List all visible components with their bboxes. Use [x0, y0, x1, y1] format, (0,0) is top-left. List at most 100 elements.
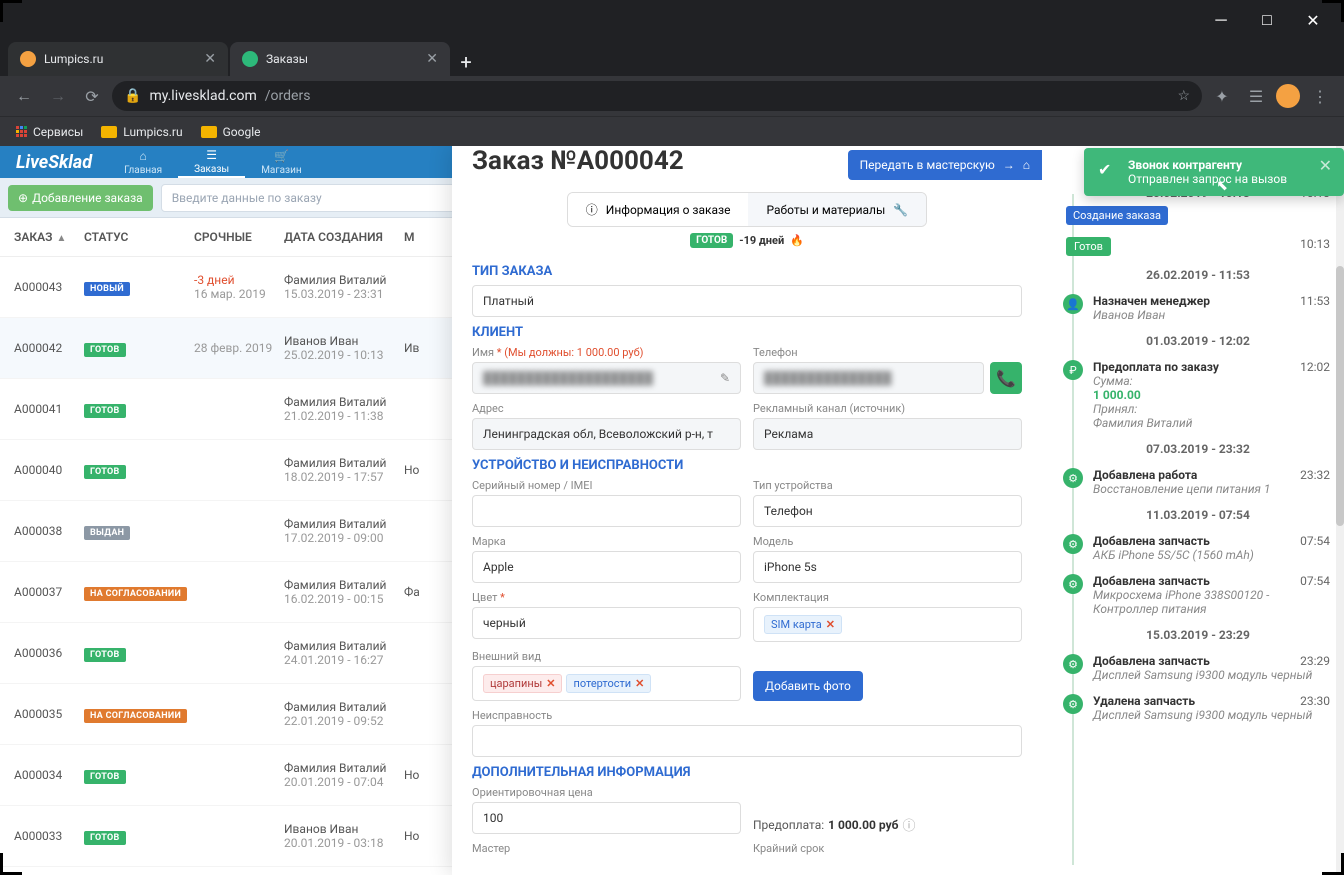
bookmark-item[interactable]: Lumpics.ru — [101, 125, 182, 139]
col-status[interactable]: СТАТУС — [84, 230, 194, 244]
status-badge: ГОТОВ — [84, 648, 126, 662]
extensions-icon[interactable]: ✦ — [1208, 82, 1236, 110]
phone-input[interactable]: ███████████████ — [753, 362, 984, 394]
date-cell: Фамилия Виталий16.02.2019 - 00:15 — [284, 578, 404, 606]
sort-icon: ▲ — [56, 233, 66, 244]
devtype-input[interactable]: Телефон — [753, 495, 1022, 527]
est-input[interactable]: 100 — [472, 802, 741, 834]
order-id: A000042 — [14, 341, 84, 355]
timeline-date: 26.02.2019 - 11:53 — [1066, 268, 1330, 282]
bookmark-apps[interactable]: Сервисы — [16, 125, 83, 139]
status-cell: ГОТОВ — [84, 341, 194, 355]
folder-icon — [101, 126, 117, 138]
status-badge: НА СОГЛАСОВАНИИ — [84, 709, 187, 723]
star-icon[interactable]: ☆ — [1177, 88, 1190, 104]
timeline-item: ⚙Добавлена запчастьАКБ iPhone 5S/5C (156… — [1066, 534, 1330, 562]
kit-input[interactable]: SIM карта✕ — [753, 607, 1022, 642]
serial-input[interactable] — [472, 495, 741, 527]
look-tag[interactable]: потертости✕ — [566, 674, 651, 693]
nav-home[interactable]: ⌂Главная — [108, 146, 178, 178]
status-badge: НА СОГЛАСОВАНИИ — [84, 587, 187, 601]
date-cell: Фамилия Виталий22.01.2019 - 09:52 — [284, 700, 404, 728]
tab-work[interactable]: Работы и материалы🔧 — [748, 193, 926, 226]
scrollbar-thumb[interactable] — [1336, 266, 1344, 526]
look-tag[interactable]: царапины✕ — [483, 674, 562, 693]
timeline-chip: Создание заказа — [1066, 206, 1168, 225]
status-cell: ВЫДАН — [84, 524, 194, 538]
toast-title: Звонок контрагенту — [1128, 158, 1310, 172]
status-cell: ГОТОВ — [84, 829, 194, 843]
info-icon: ⓘ — [586, 201, 598, 218]
app-logo[interactable]: LiveSklad — [0, 152, 108, 173]
timeline-title: Добавлена работа — [1093, 468, 1330, 482]
browser-tab[interactable]: Заказы ✕ — [230, 42, 450, 76]
scrollbar[interactable] — [1336, 146, 1344, 875]
window-close-button[interactable]: ✕ — [1290, 4, 1336, 36]
browser-tabstrip: Lumpics.ru ✕ Заказы ✕ + — [0, 40, 1344, 76]
brand-input[interactable]: Apple — [472, 551, 741, 583]
address-input[interactable]: Ленинградская обл, Всеволожский р-н, т — [472, 418, 741, 450]
profile-avatar[interactable] — [1276, 84, 1300, 108]
new-tab-button[interactable]: + — [452, 48, 480, 76]
timeline-item: ⚙Добавлена запчастьМикросхема iPhone 338… — [1066, 574, 1330, 616]
date-cell: Фамилия Виталий20.01.2019 - 07:04 — [284, 761, 404, 789]
order-id: A000038 — [14, 524, 84, 538]
ad-input[interactable]: Реклама — [753, 418, 1022, 450]
col-urgent[interactable]: СРОЧНЫЕ — [194, 230, 284, 244]
add-order-button[interactable]: ⊕Добавление заказа — [8, 185, 153, 211]
folder-icon — [201, 126, 217, 138]
bookmark-item[interactable]: Google — [201, 125, 261, 139]
col-date[interactable]: ДАТА СОЗДАНИЯ — [284, 230, 404, 244]
status-badge: ГОТОВ — [690, 233, 733, 248]
deadline-label: Крайний срок — [753, 842, 1022, 855]
toast-notification: ✔ Звонок контрагенту Отправлен запрос на… — [1084, 148, 1344, 196]
look-input[interactable]: царапины✕ потертости✕ — [472, 666, 741, 701]
bookmarks-bar: Сервисы Lumpics.ru Google — [0, 116, 1344, 146]
url-host: my.livesklad.com — [149, 88, 256, 104]
col-master[interactable]: М — [404, 230, 434, 244]
kit-tag[interactable]: SIM карта✕ — [764, 615, 842, 634]
tab-info[interactable]: ⓘИнформация о заказе — [568, 193, 749, 226]
address-bar[interactable]: 🔒 my.livesklad.com/orders ☆ — [112, 81, 1202, 111]
reading-list-icon[interactable]: ☰ — [1242, 82, 1270, 110]
transfer-button[interactable]: Передать в мастерскую → ⌂ — [848, 150, 1042, 180]
add-photo-button[interactable]: Добавить фото — [753, 671, 863, 701]
timeline-chip: Готов — [1066, 237, 1111, 256]
status-cell: НОВЫЙ — [84, 280, 194, 294]
address-label: Адрес — [472, 402, 741, 415]
section-extra: ДОПОЛНИТЕЛЬНАЯ ИНФОРМАЦИЯ — [472, 765, 1022, 780]
timeline-dot-icon: ⚙ — [1063, 694, 1083, 714]
menu-icon[interactable]: ⋮ — [1306, 82, 1334, 110]
toast-close-icon[interactable]: ✕ — [1319, 156, 1332, 175]
tab-title: Lumpics.ru — [44, 52, 103, 66]
lock-icon: 🔒 — [124, 88, 141, 104]
timeline-date: 11.03.2019 - 07:54 — [1066, 508, 1330, 522]
status-cell: ГОТОВ — [84, 646, 194, 660]
wrench-icon: 🔧 — [893, 203, 908, 217]
call-button[interactable]: 📞 — [990, 362, 1022, 394]
info-icon[interactable]: ⓘ — [902, 815, 915, 834]
color-input[interactable]: черный — [472, 607, 741, 639]
status-badge: ГОТОВ — [84, 831, 126, 845]
timeline-item: 👤Назначен менеджерИванов Иван11:53 — [1066, 294, 1330, 322]
tab-close-icon[interactable]: ✕ — [204, 51, 216, 67]
order-type-input[interactable]: Платный — [472, 285, 1022, 317]
forward-button[interactable]: → — [44, 82, 72, 110]
browser-tab[interactable]: Lumpics.ru ✕ — [8, 42, 228, 76]
window-maximize-button[interactable]: □ — [1244, 4, 1290, 36]
tab-close-icon[interactable]: ✕ — [426, 51, 438, 67]
date-cell: Фамилия Виталий15.03.2019 - 23:31 — [284, 273, 404, 301]
plus-icon: ⊕ — [18, 191, 28, 205]
timeline-time: 23:30 — [1300, 694, 1330, 708]
col-order[interactable]: ЗАКАЗ▲ — [14, 230, 84, 244]
client-name-input[interactable]: ████████████████████✎ — [472, 362, 741, 394]
reload-button[interactable]: ⟳ — [78, 82, 106, 110]
model-input[interactable]: iPhone 5s — [753, 551, 1022, 583]
order-id: A000041 — [14, 402, 84, 416]
edit-icon[interactable]: ✎ — [720, 371, 730, 385]
nav-orders[interactable]: ☰Заказы — [178, 146, 245, 178]
window-minimize-button[interactable]: ─ — [1198, 4, 1244, 36]
nav-shop[interactable]: 🛒Магазин — [245, 146, 317, 178]
defect-input[interactable] — [472, 725, 1022, 757]
back-button[interactable]: ← — [10, 82, 38, 110]
